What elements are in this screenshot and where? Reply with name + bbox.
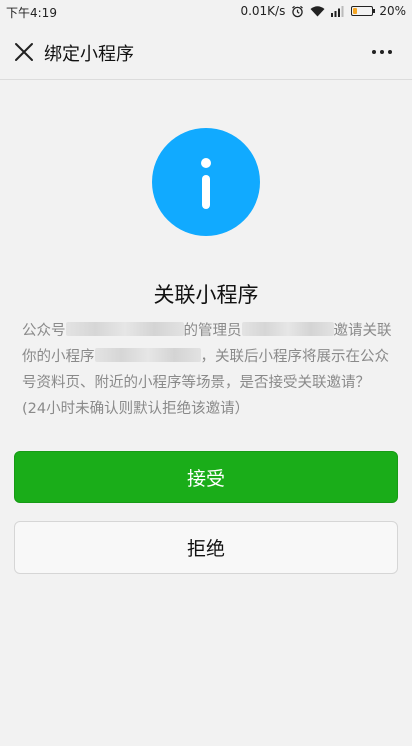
status-indicators: 0.01K/s 20% (240, 4, 406, 18)
accept-button[interactable]: 接受 (14, 451, 398, 503)
status-bar: 下午4:19 0.01K/s 20% (0, 0, 412, 24)
close-icon (15, 43, 33, 61)
page-title: 绑定小程序 (44, 44, 134, 65)
description-part-admin: 的管理员 (183, 323, 242, 339)
more-options-button[interactable] (364, 36, 400, 68)
heading: 关联小程序 (153, 283, 259, 307)
wifi-icon (310, 6, 325, 17)
battery-icon (351, 6, 376, 16)
signal-bars-icon (331, 6, 344, 17)
battery-percent: 20% (379, 4, 406, 18)
info-icon-bar (202, 175, 210, 209)
more-dots-icon (372, 50, 376, 54)
info-icon (152, 128, 260, 236)
blurred-miniprogram-name (94, 348, 201, 362)
blurred-admin-name (241, 322, 334, 336)
info-icon-dot (201, 158, 211, 168)
title-bar: 绑定小程序 (0, 24, 412, 80)
status-time: 下午4:19 (6, 6, 57, 20)
blurred-account-name (65, 322, 184, 336)
more-dots-icon (380, 50, 384, 54)
network-speed: 0.01K/s (240, 4, 286, 18)
description-part-account: 公众号 (22, 323, 66, 339)
more-dots-icon (388, 50, 392, 54)
battery-level-fill (353, 8, 357, 14)
invitation-description: 公众号 的管理员 邀请关联你的小程序 ，关联后小程序将展示在公众号资料页、附近的小程序… (22, 318, 392, 422)
close-button[interactable] (8, 36, 40, 68)
reject-button[interactable]: 拒绝 (14, 521, 398, 574)
alarm-clock-icon (292, 5, 304, 17)
